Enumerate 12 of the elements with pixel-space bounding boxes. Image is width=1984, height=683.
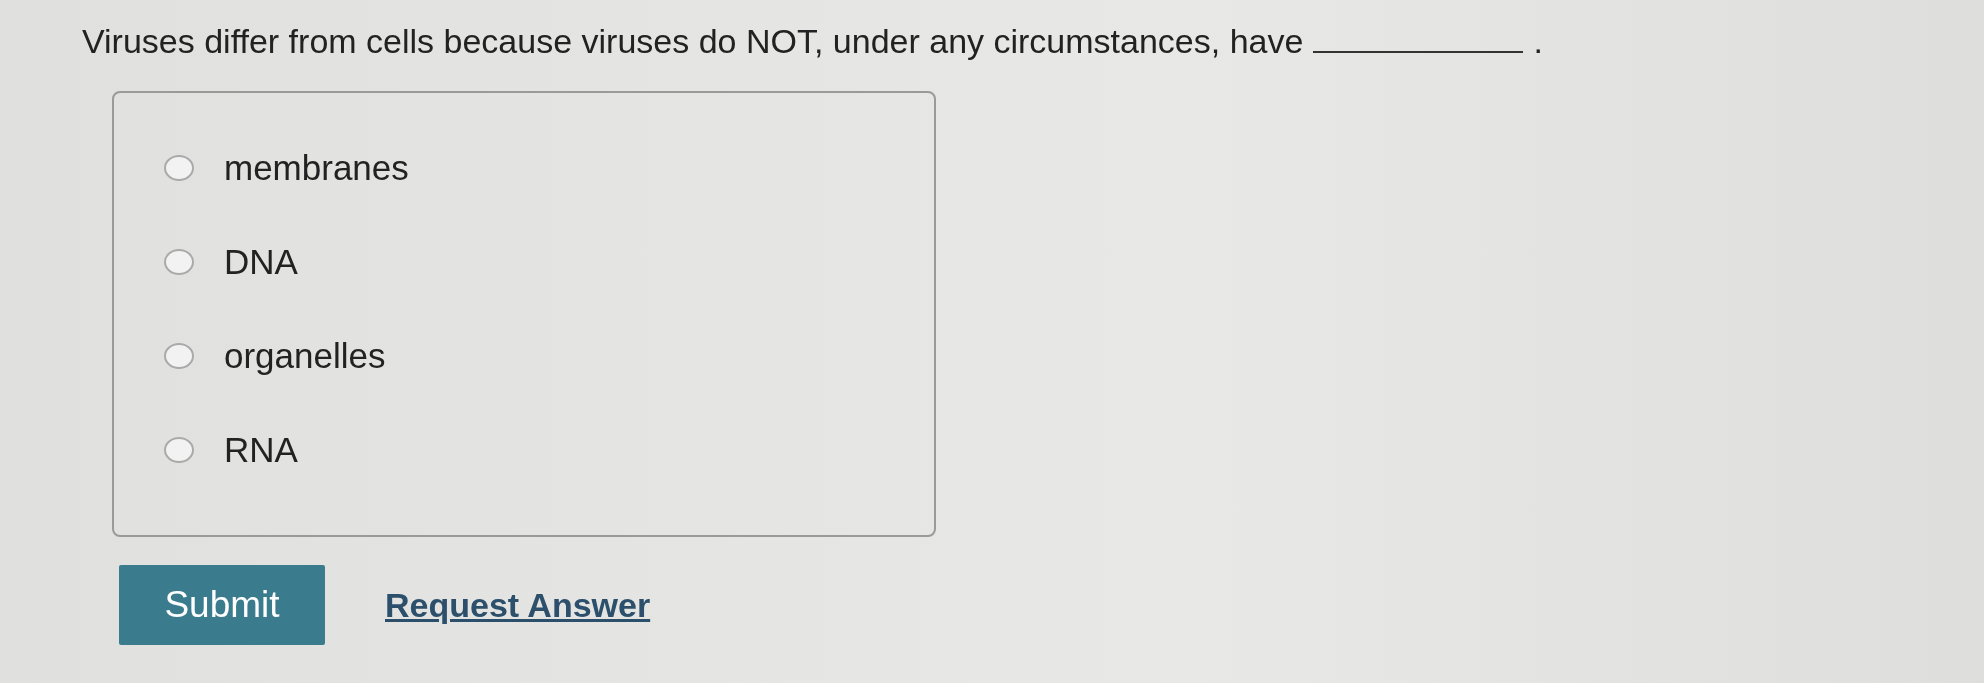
radio-button[interactable]: [164, 155, 194, 181]
request-answer-link[interactable]: Request Answer: [385, 585, 651, 625]
radio-button[interactable]: [164, 343, 194, 369]
option-label[interactable]: organelles: [224, 336, 386, 376]
option-label[interactable]: DNA: [224, 242, 298, 282]
submit-button[interactable]: Submit: [119, 565, 325, 645]
radio-button[interactable]: [164, 437, 194, 463]
question-text: Viruses differ from cells because viruses do NOT, under any circumstances, have: [82, 22, 1304, 61]
question-period: .: [1533, 22, 1543, 61]
option-label[interactable]: membranes: [224, 148, 409, 188]
option-label[interactable]: RNA: [224, 430, 298, 470]
radio-button[interactable]: [164, 249, 194, 275]
